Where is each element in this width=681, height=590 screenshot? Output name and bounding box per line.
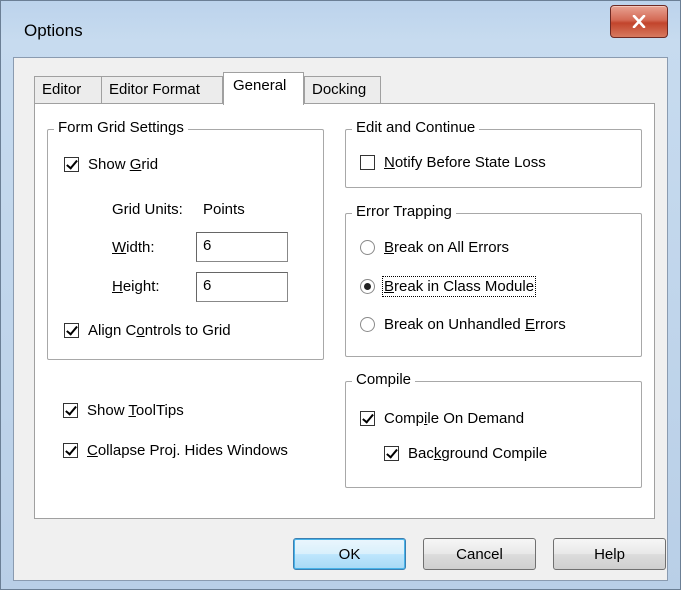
height-input[interactable]: 6: [196, 272, 288, 302]
grid-units-label: Grid Units:: [112, 201, 183, 218]
tab-label: Docking: [312, 81, 367, 98]
background-compile-checkbox[interactable]: Background Compile: [384, 445, 547, 462]
error-trapping-group: Error Trapping Break on All Errors Break…: [345, 203, 642, 357]
radio-circle[interactable]: [360, 317, 375, 332]
close-button[interactable]: [610, 5, 668, 38]
checkbox-label: Show Grid: [88, 156, 159, 173]
radio-label: Break in Class Module: [381, 276, 537, 297]
tab-general[interactable]: General: [223, 72, 304, 105]
dialog-client-area: Editor Editor Format General Docking For…: [13, 57, 668, 581]
tab-editor[interactable]: Editor: [34, 76, 102, 104]
group-legend: Error Trapping: [352, 203, 456, 220]
tab-docking[interactable]: Docking: [304, 76, 381, 104]
group-legend: Form Grid Settings: [54, 119, 188, 136]
grid-units-value: Points: [203, 201, 245, 218]
compile-on-demand-checkbox[interactable]: Compile On Demand: [360, 410, 524, 427]
window-title: Options: [24, 21, 83, 40]
checkbox-box[interactable]: [384, 446, 399, 461]
radio-label: Break on Unhandled Errors: [384, 316, 566, 333]
radio-circle[interactable]: [360, 240, 375, 255]
form-grid-settings-group: Form Grid Settings Show Grid Grid Units:…: [47, 119, 324, 360]
group-legend: Compile: [352, 371, 416, 388]
cancel-button[interactable]: Cancel: [423, 538, 536, 570]
tab-editor-format[interactable]: Editor Format: [101, 76, 223, 104]
checkbox-box[interactable]: [63, 443, 78, 458]
edit-and-continue-group: Edit and Continue Notify Before State Lo…: [345, 119, 642, 188]
show-tooltips-checkbox[interactable]: Show ToolTips: [63, 402, 184, 419]
options-dialog: Options Editor Editor Format General Doc…: [0, 0, 681, 590]
general-tab-panel: Form Grid Settings Show Grid Grid Units:…: [34, 103, 655, 519]
tab-label: Editor Format: [109, 81, 200, 98]
checkbox-box[interactable]: [360, 155, 375, 170]
tab-label: Editor: [42, 81, 82, 98]
title-bar[interactable]: Options: [1, 1, 680, 59]
radio-circle[interactable]: [360, 279, 375, 294]
show-grid-checkbox[interactable]: Show Grid: [64, 156, 158, 173]
checkbox-label: Show ToolTips: [87, 402, 184, 419]
break-on-unhandled-errors-radio[interactable]: Break on Unhandled Errors: [360, 316, 566, 333]
break-in-class-module-radio[interactable]: Break in Class Module: [360, 276, 537, 297]
checkbox-label: Compile On Demand: [384, 410, 525, 427]
radio-label: Break on All Errors: [384, 239, 510, 256]
help-button[interactable]: Help: [553, 538, 666, 570]
checkbox-label: Notify Before State Loss: [384, 154, 546, 171]
notify-before-state-loss-checkbox[interactable]: Notify Before State Loss: [360, 154, 546, 171]
close-icon: [632, 15, 646, 28]
tab-label: General: [233, 77, 287, 94]
break-on-all-errors-radio[interactable]: Break on All Errors: [360, 239, 509, 256]
checkbox-label: Collapse Proj. Hides Windows: [87, 442, 288, 459]
checkbox-label: Background Compile: [408, 445, 548, 462]
checkbox-label: Align Controls to Grid: [88, 322, 231, 339]
checkbox-box[interactable]: [64, 323, 79, 338]
checkbox-box[interactable]: [63, 403, 78, 418]
checkbox-box[interactable]: [360, 411, 375, 426]
compile-group: Compile Compile On Demand Background Com…: [345, 371, 642, 488]
ok-button[interactable]: OK: [293, 538, 406, 570]
width-input[interactable]: 6: [196, 232, 288, 262]
align-controls-checkbox[interactable]: Align Controls to Grid: [64, 322, 231, 339]
collapse-proj-checkbox[interactable]: Collapse Proj. Hides Windows: [63, 442, 288, 459]
checkbox-box[interactable]: [64, 157, 79, 172]
width-label: Width:: [112, 239, 155, 256]
group-legend: Edit and Continue: [352, 119, 480, 136]
height-label: Height:: [112, 278, 160, 295]
